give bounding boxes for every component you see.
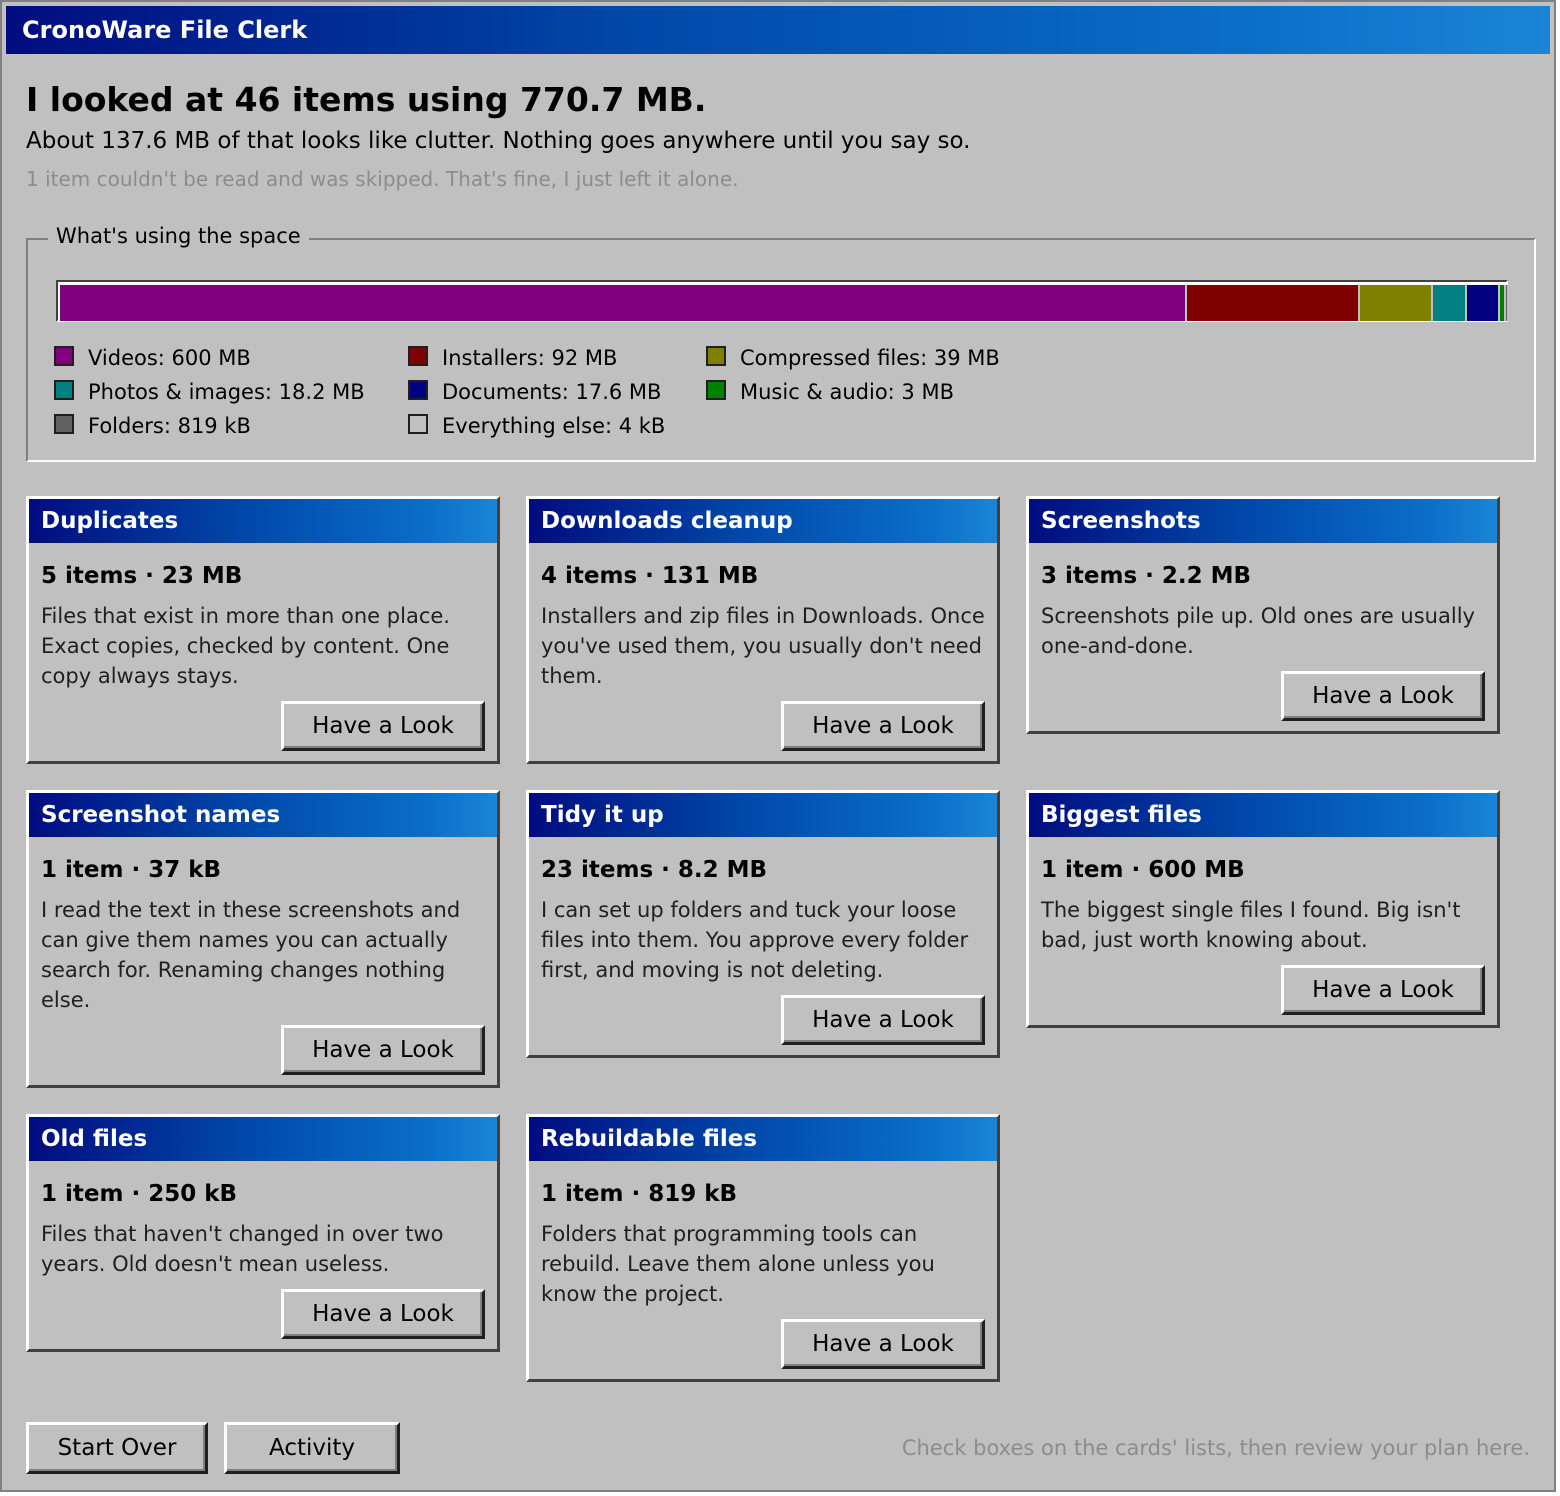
- summary-headline: I looked at 46 items using 770.7 MB.: [26, 80, 707, 119]
- card-stats: 4 items · 131 MB: [541, 563, 759, 589]
- card-title: Tidy it up: [529, 793, 997, 837]
- card-screenshots: Screenshots 3 items · 2.2 MB Screenshots…: [1026, 496, 1500, 734]
- legend-swatch: [706, 380, 726, 400]
- card-title: Biggest files: [1029, 793, 1497, 837]
- usage-bar-segment: [1360, 285, 1433, 321]
- card-duplicates: Duplicates 5 items · 23 MB Files that ex…: [26, 496, 500, 764]
- card-description: Installers and zip files in Downloads. O…: [541, 604, 985, 688]
- legend-swatch: [54, 346, 74, 366]
- card-biggest-files: Biggest files 1 item · 600 MB The bigges…: [1026, 790, 1500, 1028]
- have-a-look-button[interactable]: Have a Look: [281, 701, 485, 751]
- summary-subline: About 137.6 MB of that looks like clutte…: [26, 128, 971, 154]
- app-window: CronoWare File Clerk I looked at 46 item…: [0, 0, 1556, 1492]
- have-a-look-button[interactable]: Have a Look: [1281, 965, 1485, 1015]
- card-rebuildable-files: Rebuildable files 1 item · 819 kB Folder…: [526, 1114, 1000, 1382]
- legend-label: Everything else: 4 kB: [442, 414, 666, 438]
- legend-photos: Photos & images: 18.2 MB: [54, 380, 365, 404]
- legend-swatch: [706, 346, 726, 366]
- have-a-look-button[interactable]: Have a Look: [281, 1025, 485, 1075]
- legend-compressed: Compressed files: 39 MB: [706, 346, 1000, 370]
- usage-bar: [56, 280, 1512, 322]
- usage-bar-segment: [60, 285, 1187, 321]
- card-description: I can set up folders and tuck your loose…: [541, 898, 969, 982]
- footer-hint: Check boxes on the cards' lists, then re…: [901, 1436, 1530, 1460]
- card-title: Downloads cleanup: [529, 499, 997, 543]
- legend-documents: Documents: 17.6 MB: [408, 380, 661, 404]
- activity-button[interactable]: Activity: [224, 1422, 400, 1474]
- have-a-look-button[interactable]: Have a Look: [281, 1289, 485, 1339]
- usage-bar-segment: [1467, 285, 1500, 321]
- legend-swatch: [408, 414, 428, 434]
- have-a-look-button[interactable]: Have a Look: [781, 701, 985, 751]
- card-title: Duplicates: [29, 499, 497, 543]
- card-description: Files that exist in more than one place.…: [41, 604, 450, 688]
- card-stats: 1 item · 819 kB: [541, 1181, 738, 1207]
- legend-videos: Videos: 600 MB: [54, 346, 251, 370]
- legend-label: Documents: 17.6 MB: [442, 380, 662, 404]
- legend-folders: Folders: 819 kB: [54, 414, 251, 438]
- skipped-note: 1 item couldn't be read and was skipped.…: [26, 167, 739, 191]
- legend-label: Photos & images: 18.2 MB: [88, 380, 365, 404]
- card-title: Screenshot names: [29, 793, 497, 837]
- card-description: I read the text in these screenshots and…: [41, 898, 461, 1012]
- legend-everything-else: Everything else: 4 kB: [408, 414, 665, 438]
- have-a-look-button[interactable]: Have a Look: [1281, 671, 1485, 721]
- have-a-look-button[interactable]: Have a Look: [781, 1319, 985, 1369]
- usage-bar-segment: [1187, 285, 1360, 321]
- card-title: Old files: [29, 1117, 497, 1161]
- legend-swatch: [54, 380, 74, 400]
- legend-label: Compressed files: 39 MB: [740, 346, 1000, 370]
- space-usage-group: What's using the space Videos: 600 MB In…: [26, 224, 1536, 462]
- card-stats: 5 items · 23 MB: [41, 563, 243, 589]
- card-screenshot-names: Screenshot names 1 item · 37 kB I read t…: [26, 790, 500, 1088]
- card-stats: 3 items · 2.2 MB: [1041, 563, 1252, 589]
- card-downloads-cleanup: Downloads cleanup 4 items · 131 MB Insta…: [526, 496, 1000, 764]
- usage-bar-segment: [1433, 285, 1467, 321]
- window-title: CronoWare File Clerk: [6, 6, 1550, 54]
- card-description: Screenshots pile up. Old ones are usuall…: [1041, 604, 1475, 658]
- card-title: Screenshots: [1029, 499, 1497, 543]
- legend-label: Videos: 600 MB: [88, 346, 251, 370]
- legend-swatch: [408, 346, 428, 366]
- usage-bar-segment: [1509, 285, 1512, 321]
- card-description: Files that haven't changed in over two y…: [41, 1222, 444, 1276]
- start-over-button[interactable]: Start Over: [26, 1422, 208, 1474]
- card-tidy-it-up: Tidy it up 23 items · 8.2 MB I can set u…: [526, 790, 1000, 1058]
- legend-swatch: [408, 380, 428, 400]
- card-stats: 23 items · 8.2 MB: [541, 857, 768, 883]
- legend-installers: Installers: 92 MB: [408, 346, 617, 370]
- card-old-files: Old files 1 item · 250 kB Files that hav…: [26, 1114, 500, 1352]
- legend-label: Music & audio: 3 MB: [740, 380, 954, 404]
- legend-label: Installers: 92 MB: [442, 346, 618, 370]
- card-description: Folders that programming tools can rebui…: [541, 1222, 935, 1306]
- card-description: The biggest single files I found. Big is…: [1041, 898, 1461, 952]
- card-stats: 1 item · 37 kB: [41, 857, 222, 883]
- legend-label: Folders: 819 kB: [88, 414, 251, 438]
- card-stats: 1 item · 600 MB: [1041, 857, 1245, 883]
- legend-music: Music & audio: 3 MB: [706, 380, 954, 404]
- space-group-title: What's using the space: [48, 224, 309, 248]
- legend-swatch: [54, 414, 74, 434]
- card-title: Rebuildable files: [529, 1117, 997, 1161]
- card-stats: 1 item · 250 kB: [41, 1181, 238, 1207]
- have-a-look-button[interactable]: Have a Look: [781, 995, 985, 1045]
